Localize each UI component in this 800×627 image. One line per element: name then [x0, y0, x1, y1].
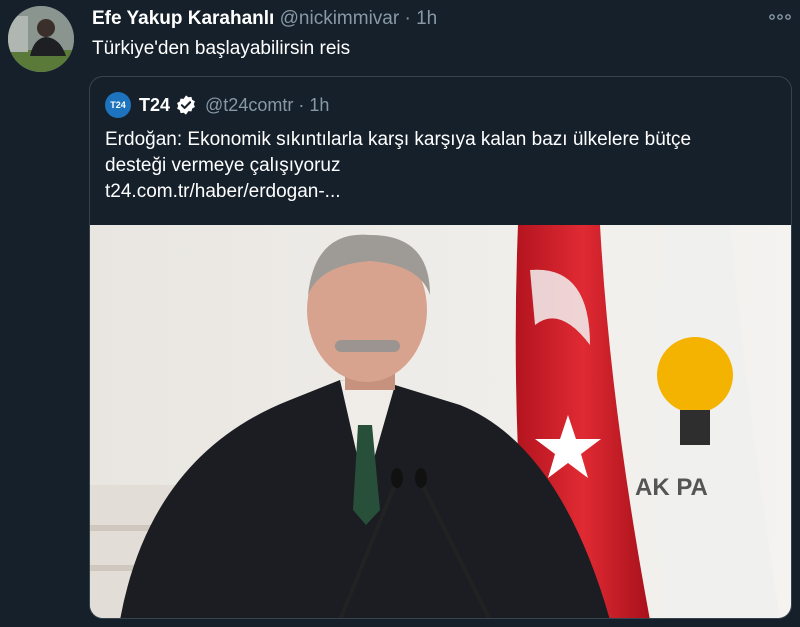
- news-photo[interactable]: AK PA: [90, 225, 792, 619]
- separator-dot: ·: [404, 8, 411, 29]
- quoted-link[interactable]: t24.com.tr/haber/erdogan-...: [105, 179, 765, 205]
- quoted-author-name[interactable]: T24: [139, 95, 170, 116]
- quoted-tweet-time[interactable]: 1h: [309, 95, 329, 116]
- quoted-tweet-card[interactable]: T24 T24 @t24comtr · 1h Erdoğan: Ekonomik…: [89, 76, 792, 619]
- quoted-author-handle[interactable]: @t24comtr: [205, 95, 293, 116]
- quoted-text-line-2: desteği vermeye çalışıyoruz: [105, 155, 341, 176]
- verified-badge-icon: [177, 95, 195, 115]
- avatar-photo: [8, 6, 74, 72]
- quoted-tweet-header: T24 T24 @t24comtr · 1h: [105, 92, 329, 118]
- quoted-tweet-text: Erdoğan: Ekonomik sıkıntılarla karşı kar…: [105, 127, 765, 205]
- quoted-separator-dot: ·: [298, 94, 305, 115]
- author-avatar[interactable]: [8, 6, 74, 72]
- t24-logo-icon: T24: [105, 92, 131, 118]
- author-name[interactable]: Efe Yakup Karahanlı: [92, 8, 274, 29]
- banner-text: AK PA: [635, 474, 708, 501]
- tweet-time[interactable]: 1h: [416, 8, 437, 29]
- more-dots-icon[interactable]: [768, 9, 792, 27]
- tweet-text: Türkiye'den başlayabilirsin reis: [92, 38, 351, 59]
- quoted-text-line-1: Erdoğan: Ekonomik sıkıntılarla karşı kar…: [105, 129, 692, 150]
- author-handle[interactable]: @nickimmivar: [280, 8, 400, 29]
- tweet-header: Efe Yakup Karahanlı @nickimmivar · 1h: [92, 8, 437, 30]
